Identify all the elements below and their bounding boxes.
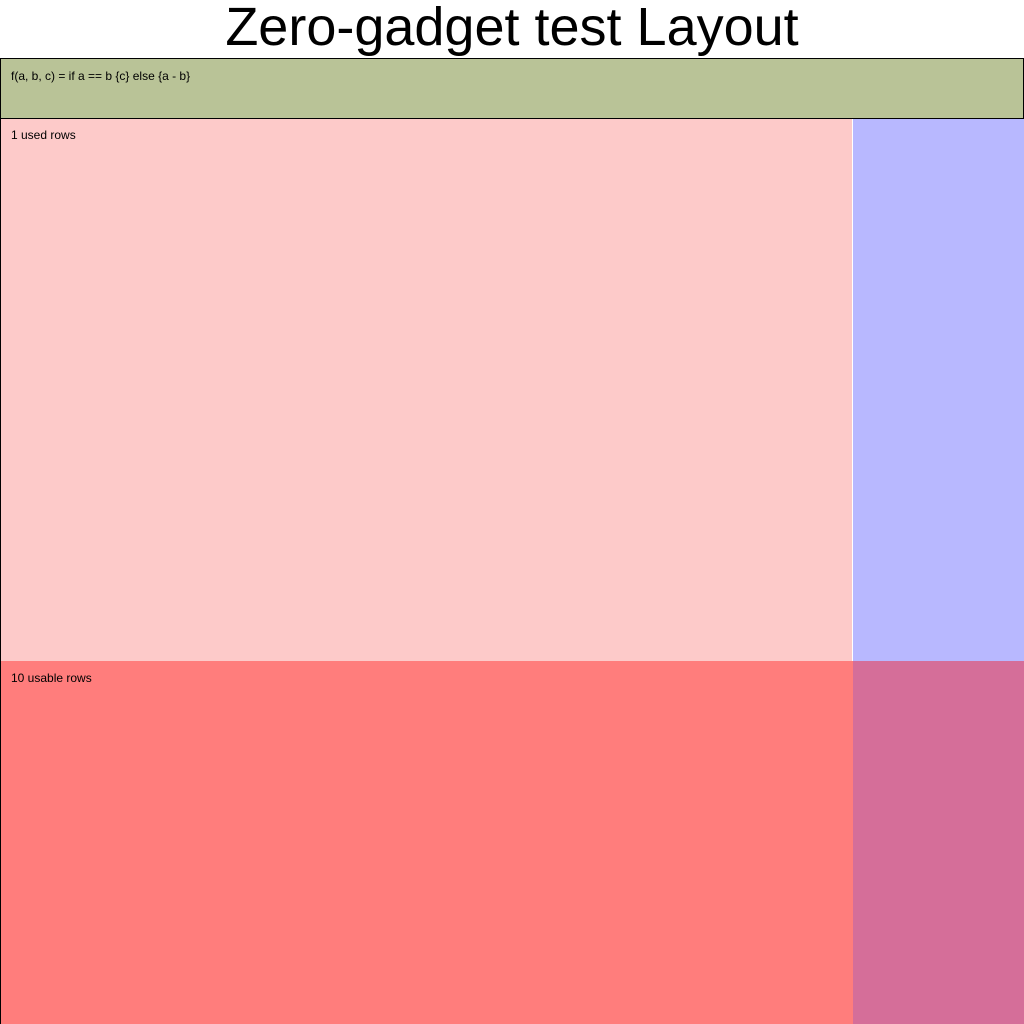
used-rows-panel: 1 used rows	[0, 118, 852, 661]
usable-rows-panel: 10 usable rows	[0, 661, 853, 1024]
formula-panel: f(a, b, c) = if a == b {c} else {a - b}	[0, 58, 1024, 119]
page-title: Zero-gadget test Layout	[225, 0, 799, 57]
usable-rows-label: 10 usable rows	[11, 671, 92, 685]
used-rows-label: 1 used rows	[11, 128, 76, 142]
layout-canvas: Zero-gadget test Layout f(a, b, c) = if …	[0, 0, 1024, 1024]
usable-rows-side-panel	[853, 661, 1024, 1024]
used-rows-side-panel	[853, 118, 1024, 661]
panel-divider	[0, 118, 1024, 119]
formula-text: f(a, b, c) = if a == b {c} else {a - b}	[11, 69, 191, 83]
